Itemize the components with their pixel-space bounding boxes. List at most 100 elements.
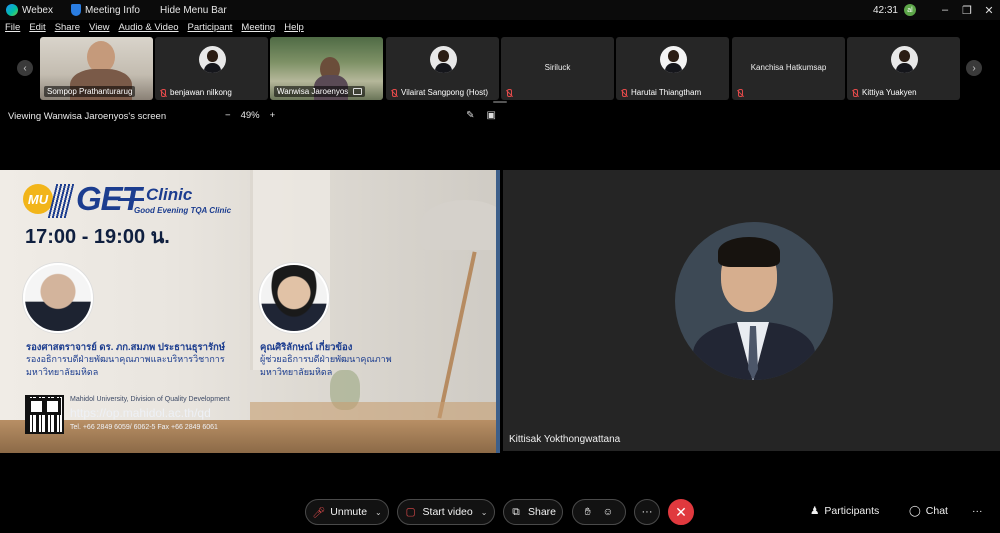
menu-participant[interactable]: Participant (188, 22, 233, 36)
participant-name (736, 89, 744, 97)
annotate-icon[interactable]: ✎ (466, 110, 474, 121)
clinic-logo: Clinic (146, 185, 193, 204)
avatar (429, 46, 457, 73)
participant-name: Wanwisa Jaroenyos (274, 86, 366, 97)
raise-hand-icon[interactable]: ✋︎ (585, 506, 591, 519)
participants-button[interactable]: ♟︎ Participants (810, 505, 879, 517)
participant-name: benjawan nilkong (159, 88, 232, 97)
participant-name: Vilairat Sangpong (Host) (390, 88, 488, 97)
chevron-down-icon[interactable]: ⌄ (375, 508, 382, 517)
start-video-label: Start video (422, 506, 473, 518)
menu-share[interactable]: Share (55, 22, 80, 36)
active-speaker-avatar (675, 222, 833, 380)
speaker-1-role: รองอธิการบดีฝ่ายพัฒนาคุณภาพและบริหารวิชา… (26, 354, 225, 364)
qr-code (25, 395, 64, 434)
share-header: Viewing Wanwisa Jaroenyos's screen − 49%… (0, 110, 500, 124)
org-url: https://op.mahidol.ac.th/qd (70, 406, 211, 420)
screen-edge (496, 170, 500, 453)
participant-name-center: Kanchisa Hatkumsap (750, 63, 827, 72)
share-button[interactable]: ⧉ Share (503, 499, 563, 525)
zoom-out-button[interactable]: − (225, 110, 231, 121)
menu-bar: File Edit Share View Audio & Video Parti… (0, 22, 304, 36)
speaker-2-role: ผู้ช่วยอธิการบดีฝ่ายพัฒนาคุณภาพ (260, 354, 392, 364)
menu-file[interactable]: File (5, 22, 20, 36)
participant-tile[interactable]: benjawan nilkong (155, 37, 268, 100)
background-lamp-pole (437, 251, 477, 419)
menu-edit[interactable]: Edit (29, 22, 45, 36)
participant-name-text: Wanwisa Jaroenyos (277, 87, 349, 96)
participant-name-text: Harutai Thiangtham (631, 88, 702, 97)
avatar-hair (718, 237, 780, 267)
participant-tile[interactable]: Kittiya Yuakyen (847, 37, 960, 100)
speaker-2-org: มหาวิทยาลัยมหิดล (260, 367, 333, 377)
participant-name-center: Siriluck (544, 63, 571, 72)
menu-view[interactable]: View (89, 22, 109, 36)
webex-logo-icon (6, 4, 18, 16)
hide-menu-bar-button[interactable]: Hide Menu Bar (160, 5, 227, 16)
participant-name-text: Sompop Prathanturarug (47, 87, 133, 96)
meeting-info-button[interactable]: Meeting Info (70, 4, 140, 16)
participant-tile[interactable]: Wanwisa Jaroenyos (270, 37, 383, 100)
background-desk-top (250, 402, 500, 422)
pop-out-icon[interactable]: ▣ (487, 110, 496, 121)
share-screen-icon: ⧉ (512, 505, 520, 518)
participant-tile[interactable]: Vilairat Sangpong (Host) (386, 37, 499, 100)
participant-name-text: Vilairat Sangpong (Host) (401, 88, 489, 97)
app-title: Webex (6, 4, 53, 16)
participant-name (505, 89, 513, 97)
strip-next-icon[interactable]: › (966, 60, 982, 76)
participant-name: Kittiya Yuakyen (851, 88, 917, 97)
chat-icon: ◯ (909, 505, 921, 517)
logo-arrow (118, 198, 144, 201)
chat-label: Chat (925, 505, 948, 517)
active-speaker-video[interactable]: Kittisak Yokthongwattana (503, 170, 1000, 451)
participant-tile[interactable]: Kanchisa Hatkumsap (732, 37, 845, 100)
shared-screen[interactable]: MU GET Clinic Good Evening TQA Clinic 17… (0, 170, 500, 453)
mic-muted-icon: 🎤︎ (312, 506, 326, 519)
chat-button[interactable]: ◯ Chat (909, 505, 948, 517)
emoji-reaction-icon[interactable]: ☺ (603, 506, 614, 518)
avatar (890, 46, 918, 73)
strip-prev-icon[interactable]: ‹ (17, 60, 33, 76)
hide-menu-bar-label: Hide Menu Bar (160, 4, 227, 16)
participant-tile[interactable]: Harutai Thiangtham (616, 37, 729, 100)
minimize-icon[interactable]: – (934, 0, 956, 20)
participant-strip: ‹ Sompop Prathanturarug benjawan nilkong… (0, 37, 1000, 100)
meeting-controls: 🎤︎ Unmute ⌄ ▢ Start video ⌄ ⧉ Share ✋︎ ☺… (0, 495, 1000, 529)
start-video-button[interactable]: ▢ Start video ⌄ (397, 499, 495, 525)
mic-muted-icon (620, 88, 628, 97)
zoom-in-button[interactable]: + (270, 110, 276, 121)
reactions-group: ✋︎ ☺ (572, 499, 626, 525)
close-icon[interactable]: ✕ (978, 0, 1000, 20)
strip-resize-handle[interactable] (493, 101, 507, 103)
participant-name-text: benjawan nilkong (170, 88, 232, 97)
user-avatar[interactable]: al (904, 4, 916, 16)
mic-muted-icon (736, 89, 744, 97)
participant-tile[interactable]: Sompop Prathanturarug (40, 37, 153, 100)
menu-help[interactable]: Help (284, 22, 304, 36)
mic-muted-icon (851, 88, 859, 97)
share-label: Share (527, 506, 557, 518)
participant-name: Harutai Thiangtham (620, 88, 701, 97)
event-time: 17:00 - 19:00 น. (25, 226, 170, 248)
app-name: Webex (22, 4, 53, 16)
logo-bars (47, 184, 75, 218)
chevron-down-icon[interactable]: ⌄ (481, 508, 488, 517)
restore-icon[interactable]: ❐ (956, 0, 978, 20)
menu-audio-video[interactable]: Audio & Video (118, 22, 178, 36)
sharing-icon (353, 88, 363, 95)
shield-icon (70, 4, 81, 16)
end-meeting-button[interactable]: ✕ (668, 499, 694, 525)
menu-meeting[interactable]: Meeting (241, 22, 275, 36)
mu-logo: MU (23, 184, 53, 214)
logo-subtitle: Good Evening TQA Clinic (134, 206, 232, 215)
participant-tile[interactable]: Siriluck (501, 37, 614, 100)
more-options-button[interactable]: ··· (634, 499, 660, 525)
unmute-label: Unmute (330, 506, 368, 518)
unmute-button[interactable]: 🎤︎ Unmute ⌄ (305, 499, 389, 525)
zoom-level: 49% (240, 110, 260, 121)
video-off-icon: ▢ (405, 506, 416, 518)
speaker-2-photo (259, 263, 329, 333)
overflow-menu-button[interactable]: ··· (972, 505, 983, 517)
participant-name: Sompop Prathanturarug (44, 86, 136, 97)
